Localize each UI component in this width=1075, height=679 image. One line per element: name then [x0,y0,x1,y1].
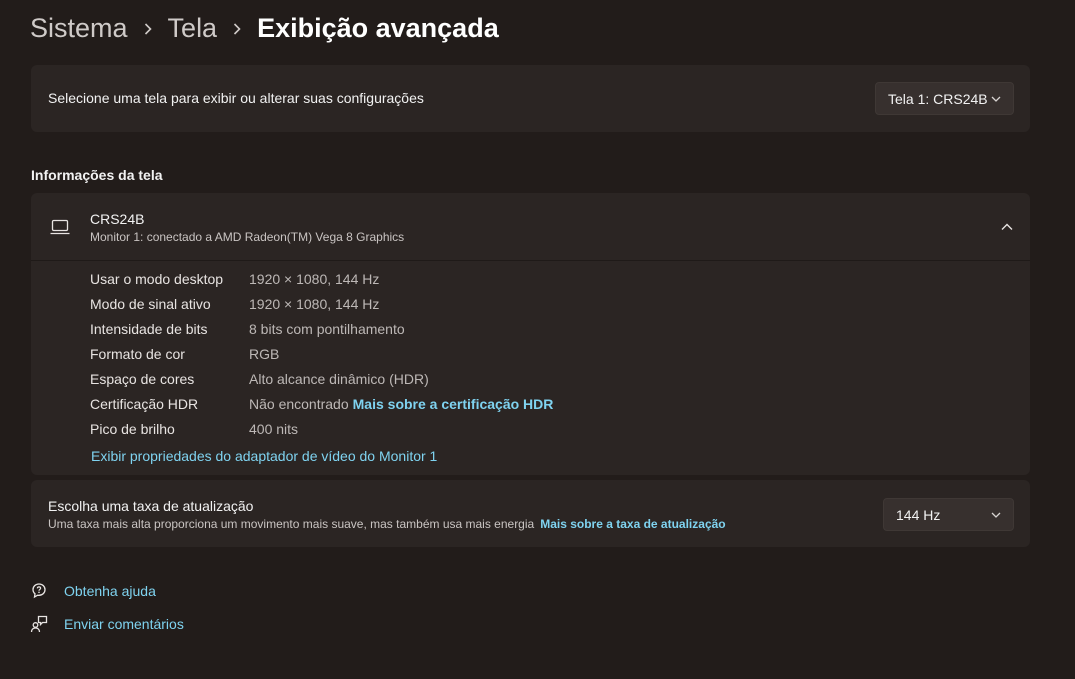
info-row-value: 400 nits [249,421,299,437]
refresh-rate-card: Escolha uma taxa de atualização Uma taxa… [31,480,1030,547]
chevron-right-icon [128,13,168,44]
display-info-card: CRS24B Monitor 1: conectado a AMD Radeon… [31,193,1030,475]
chevron-up-icon[interactable] [1000,220,1014,234]
chevron-right-icon [217,13,257,44]
display-info-header[interactable]: CRS24B Monitor 1: conectado a AMD Radeon… [31,193,1030,261]
info-row-value: 1920 × 1080, 144 Hz [249,271,380,287]
help-icon [32,583,46,599]
info-row-key: Intensidade de bits [90,321,208,337]
info-row-key: Pico de brilho [90,421,175,437]
chevron-down-icon [991,96,1001,102]
refresh-rate-value: 144 Hz [896,506,941,523]
refresh-rate-desc-text: Uma taxa mais alta proporciona um movime… [48,517,535,531]
info-row-key: Formato de cor [90,346,185,362]
refresh-rate-link[interactable]: Mais sobre a taxa de atualização [540,517,725,531]
info-row-value: 1920 × 1080, 144 Hz [249,296,380,312]
monitor-subtitle: Monitor 1: conectado a AMD Radeon(TM) Ve… [90,230,405,244]
display-dropdown[interactable]: Tela 1: CRS24B [875,82,1014,115]
breadcrumb-sistema[interactable]: Sistema [30,13,128,44]
info-row-value: Alto alcance dinâmico (HDR) [249,371,429,387]
info-row-value: 8 bits com pontilhamento [249,321,405,337]
breadcrumb: Sistema Tela Exibição avançada [30,10,499,46]
hdr-certification-link[interactable]: Mais sobre a certificação HDR [353,396,554,412]
info-row-key: Modo de sinal ativo [90,296,211,312]
send-feedback-link[interactable]: Enviar comentários [30,615,184,633]
breadcrumb-tela[interactable]: Tela [168,13,218,44]
get-help-label: Obtenha ajuda [64,583,156,599]
hdr-status: Não encontrado [249,396,349,412]
info-row-value: Não encontrado Mais sobre a certificação … [249,396,553,412]
info-row-value: RGB [249,346,280,362]
info-row-key: Certificação HDR [90,396,199,412]
page-title: Exibição avançada [257,12,499,43]
refresh-rate-description: Uma taxa mais alta proporciona um movime… [48,517,726,531]
adapter-properties-link[interactable]: Exibir propriedades do adaptador de víde… [91,448,437,464]
display-select-label: Selecione uma tela para exibir ou altera… [48,90,424,106]
section-title: Informações da tela [31,167,163,183]
display-dropdown-value: Tela 1: CRS24B [888,90,988,107]
send-feedback-label: Enviar comentários [64,616,184,632]
info-row-key: Usar o modo desktop [90,271,224,287]
feedback-icon [30,615,48,633]
get-help-link[interactable]: Obtenha ajuda [30,582,156,600]
display-select-card: Selecione uma tela para exibir ou altera… [31,65,1030,132]
chevron-down-icon [991,512,1001,518]
refresh-rate-title: Escolha uma taxa de atualização [48,498,254,514]
refresh-rate-dropdown[interactable]: 144 Hz [883,498,1014,531]
info-row-key: Espaço de cores [90,371,195,387]
monitor-name: CRS24B [90,211,145,227]
laptop-icon [50,219,70,235]
